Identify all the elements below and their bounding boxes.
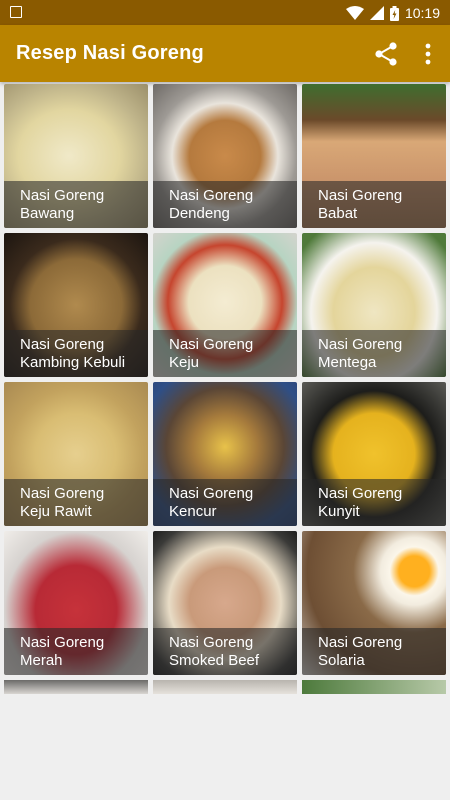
recipe-tile-partial[interactable] <box>4 680 148 694</box>
recipe-caption: Nasi Goreng Keju Rawit <box>4 479 148 526</box>
recipe-tile-partial[interactable] <box>153 680 297 694</box>
recipe-caption: Nasi Goreng Kunyit <box>302 479 446 526</box>
recipe-tile-kambing-kebuli[interactable]: Nasi Goreng Kambing Kebuli <box>4 233 148 377</box>
image-icon <box>10 6 22 18</box>
recipe-caption: Nasi Goreng Keju <box>153 330 297 377</box>
signal-icon <box>369 6 384 20</box>
recipe-tile-dendeng[interactable]: Nasi Goreng Dendeng <box>153 84 297 228</box>
recipe-caption: Nasi Goreng Mentega <box>302 330 446 377</box>
recipe-caption: Nasi Goreng Kencur <box>153 479 297 526</box>
wifi-icon <box>345 6 364 20</box>
recipe-caption: Nasi Goreng Babat <box>302 181 446 228</box>
recipe-tile-kencur[interactable]: Nasi Goreng Kencur <box>153 382 297 526</box>
status-time: 10:19 <box>404 5 440 21</box>
app-bar: Resep Nasi Goreng <box>0 25 450 82</box>
recipe-tile-kunyit[interactable]: Nasi Goreng Kunyit <box>302 382 446 526</box>
recipe-tile-mentega[interactable]: Nasi Goreng Mentega <box>302 233 446 377</box>
recipe-tile-solaria[interactable]: Nasi Goreng Solaria <box>302 531 446 675</box>
recipe-caption: Nasi Goreng Merah <box>4 628 148 675</box>
battery-icon <box>389 5 399 21</box>
recipe-caption: Nasi Goreng Kambing Kebuli <box>4 330 148 377</box>
recipe-caption: Nasi Goreng Bawang <box>4 181 148 228</box>
recipe-tile-keju-rawit[interactable]: Nasi Goreng Keju Rawit <box>4 382 148 526</box>
app-title: Resep Nasi Goreng <box>16 42 204 64</box>
recipe-tile-partial[interactable] <box>302 680 446 694</box>
status-bar: 10:19 <box>0 0 450 25</box>
recipe-tile-keju[interactable]: Nasi Goreng Keju <box>153 233 297 377</box>
recipe-tile-smoked-beef[interactable]: Nasi Goreng Smoked Beef <box>153 531 297 675</box>
share-icon[interactable] <box>373 41 399 67</box>
recipe-tile-merah[interactable]: Nasi Goreng Merah <box>4 531 148 675</box>
recipe-caption: Nasi Goreng Dendeng <box>153 181 297 228</box>
recipe-tile-babat[interactable]: Nasi Goreng Babat <box>302 84 446 228</box>
more-vert-icon[interactable] <box>416 41 440 67</box>
recipe-caption: Nasi Goreng Solaria <box>302 628 446 675</box>
recipe-caption: Nasi Goreng Smoked Beef <box>153 628 297 675</box>
status-icons: 10:19 <box>345 3 440 23</box>
recipe-tile-bawang[interactable]: Nasi Goreng Bawang <box>4 84 148 228</box>
